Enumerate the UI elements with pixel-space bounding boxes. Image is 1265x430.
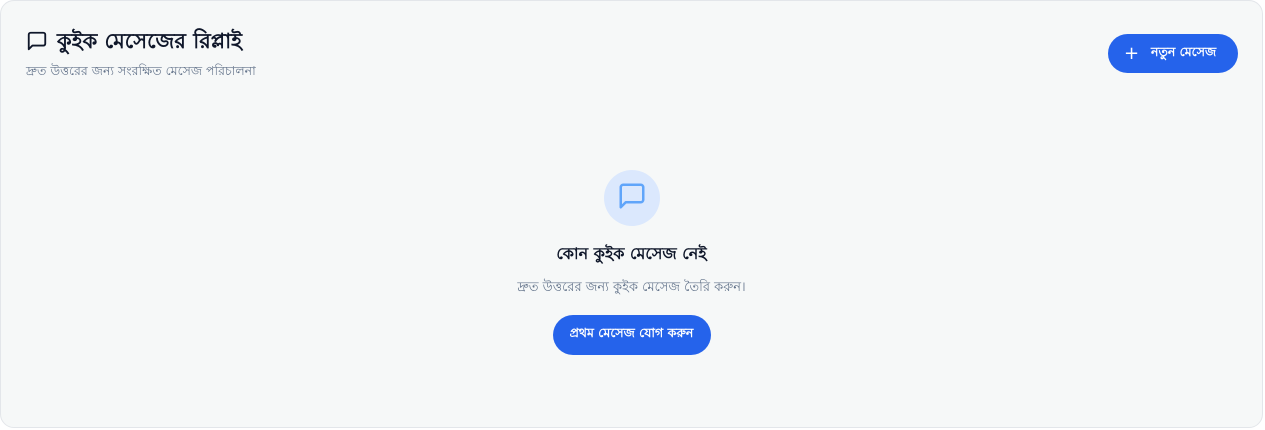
empty-state-icon-circle xyxy=(603,170,660,226)
empty-state: কোন কুইক মেসেজ নেই দ্রুত উত্তরের জন্য কু… xyxy=(1,170,1262,355)
empty-state-title: কোন কুইক মেসেজ নেই xyxy=(556,244,707,263)
page-title: কুইক মেসেজের রিপ্লাই xyxy=(57,29,243,53)
new-message-button[interactable]: + নতুন মেসেজ xyxy=(1108,34,1238,73)
message-square-icon xyxy=(26,30,48,52)
message-square-icon xyxy=(617,181,647,215)
page-subtitle: দ্রুত উত্তরের জন্য সংরক্ষিত মেসেজ পরিচাল… xyxy=(26,63,256,78)
plus-icon: + xyxy=(1124,42,1140,64)
page-header: কুইক মেসেজের রিপ্লাই দ্রুত উত্তরের জন্য … xyxy=(26,28,1238,88)
add-first-message-button[interactable]: প্রথম মেসেজ যোগ করুন xyxy=(552,315,711,355)
empty-state-description: দ্রুত উত্তরের জন্য কুইক মেসেজ তৈরি করুন। xyxy=(517,280,746,295)
quick-replies-panel: কুইক মেসেজের রিপ্লাই দ্রুত উত্তরের জন্য … xyxy=(0,0,1263,428)
new-message-label: নতুন মেসেজ xyxy=(1151,43,1217,59)
title-row: কুইক মেসেজের রিপ্লাই xyxy=(26,28,1238,54)
